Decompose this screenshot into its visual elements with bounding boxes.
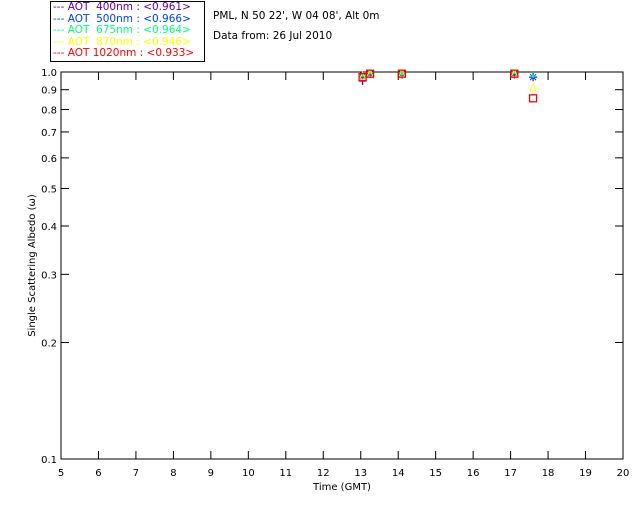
x-tick-label: 9 [208,468,214,479]
data-point [529,82,537,92]
x-tick-label: 7 [133,468,139,479]
x-tick-label: 15 [429,468,442,479]
chart: 5 6 7 8 9 10 11 12 13 14 15 16 17 18 19 20 0.1 0.2 0.3 0.4 0… [27,68,630,493]
y-tick-label: 0.3 [41,270,57,281]
series-triangle [358,68,537,92]
x-tick-label: 18 [542,468,555,479]
x-tick-label: 10 [242,468,255,479]
legend-line: --- [53,12,68,25]
legend-entry: --- AOT 1020nm : <0.933> [53,47,195,59]
y-tick-label: 0.5 [41,184,57,195]
legend-line: --- [53,1,68,13]
y-tick-label: 0.1 [41,455,57,466]
legend: --- AOT 400nm : <0.961> --- AOT 500nm : … [50,1,205,62]
location-text: PML, N 50 22', W 04 08', Alt 0m [213,10,380,22]
legend-line: --- [53,24,68,36]
series-square [358,69,538,103]
x-tick-label: 17 [504,468,517,479]
data-point [531,74,535,78]
date-text: Data from: 26 Jul 2010 [213,30,333,42]
x-tick-label: 6 [95,468,101,479]
y-tick-label: 0.6 [41,154,57,165]
y-tick-label: 0.2 [41,339,57,350]
x-axis-label: Time (GMT) [312,482,371,493]
y-tick-label: 1.0 [41,68,57,79]
legend-line: --- [53,47,68,59]
x-tick-label: 12 [317,468,330,479]
x-tick-label: 8 [170,468,176,479]
x-tick-label: 14 [392,468,405,479]
legend-line: --- [53,35,68,48]
y-tick-label: 0.9 [41,86,57,97]
x-tick-label: 16 [467,468,480,479]
x-tick-label: 20 [617,468,630,479]
plot-frame [60,71,624,460]
x-tick-label: 5 [58,468,64,479]
chart-info: PML, N 50 22', W 04 08', Alt 0m Data fro… [213,6,380,46]
y-tick-label: 0.8 [41,106,57,117]
y-tick-label: 0.7 [41,128,57,139]
data-point [528,94,538,103]
y-tick-label: 0.4 [41,222,57,233]
y-axis-label: Single Scattering Albedo (ω) [27,194,38,337]
x-tick-label: 13 [354,468,367,479]
x-tick-label: 11 [279,468,292,479]
x-tick-label: 19 [579,468,592,479]
